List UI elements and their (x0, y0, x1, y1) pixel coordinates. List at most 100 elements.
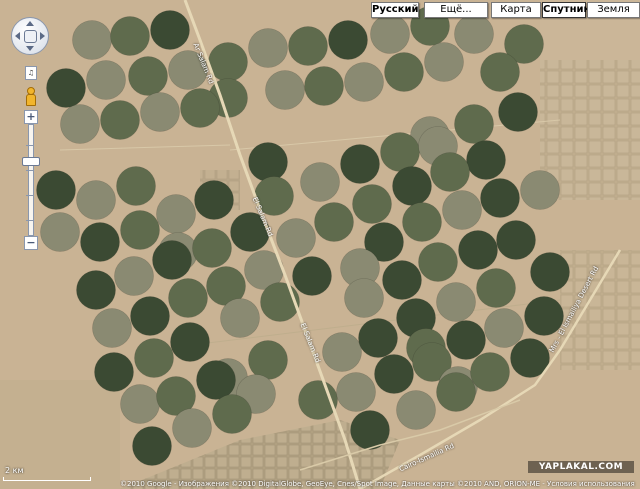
pivot-field (466, 140, 506, 180)
pivot-field (192, 228, 232, 268)
pivot-field (370, 14, 410, 54)
map-type-earth-button[interactable]: Земля (587, 2, 640, 18)
pivot-field (134, 338, 174, 378)
pivot-field (120, 384, 160, 424)
pivot-field (76, 270, 116, 310)
pivot-field (384, 52, 424, 92)
pivot-field (322, 332, 362, 372)
language-button[interactable]: Русский (371, 2, 419, 18)
pivot-field (168, 278, 208, 318)
zoom-out-button[interactable]: − (24, 236, 38, 250)
pivot-field (446, 320, 486, 360)
pivot-field (94, 352, 134, 392)
pan-up-icon[interactable] (26, 21, 34, 26)
pivot-field (100, 100, 140, 140)
pivot-field (382, 260, 422, 300)
pivot-field (358, 318, 398, 358)
music-note-icon[interactable]: ♫ (25, 66, 37, 80)
pivot-field (220, 298, 260, 338)
pan-left-icon[interactable] (15, 32, 20, 40)
pivot-field (196, 360, 236, 400)
pivot-field (194, 180, 234, 220)
pivot-field (484, 308, 524, 348)
pivot-field (436, 282, 476, 322)
pivot-field (314, 202, 354, 242)
zoom-tick (26, 195, 34, 196)
pivot-field (496, 220, 536, 260)
pivot-field (300, 162, 340, 202)
zoom-in-button[interactable]: + (24, 110, 38, 124)
pivot-field (114, 256, 154, 296)
pivot-field (380, 132, 420, 172)
pivot-field (344, 278, 384, 318)
zoom-slider-thumb[interactable] (22, 157, 40, 166)
pivot-field (480, 52, 520, 92)
pivot-field (480, 178, 520, 218)
pivot-field (46, 68, 86, 108)
pivot-field (248, 28, 288, 68)
pivot-field (86, 60, 126, 100)
pivot-field (120, 210, 160, 250)
pegman-icon[interactable] (24, 87, 36, 106)
pivot-field (304, 66, 344, 106)
pivot-field (396, 390, 436, 430)
pivot-field (520, 170, 560, 210)
pivot-field (80, 222, 120, 262)
pivot-field (110, 16, 150, 56)
pivot-field (150, 10, 190, 50)
pivot-field (352, 184, 392, 224)
pivot-field (424, 42, 464, 82)
pivot-field (128, 56, 168, 96)
pivot-field (132, 426, 172, 466)
pivot-field (454, 104, 494, 144)
zoom-tick (26, 145, 34, 146)
scale-bar: 2 км (3, 466, 93, 486)
pivot-field (498, 92, 538, 132)
pivot-field (340, 144, 380, 184)
pan-right-icon[interactable] (40, 32, 45, 40)
pivot-field (418, 242, 458, 282)
pivot-field (436, 372, 476, 412)
map-type-map-button[interactable]: Карта (491, 2, 541, 18)
pivot-field (156, 194, 196, 234)
pivot-field (140, 92, 180, 132)
pivot-field (212, 394, 252, 434)
pivot-field (530, 252, 570, 292)
pivot-field (116, 166, 156, 206)
pivot-field (72, 20, 112, 60)
scale-label: 2 км (5, 466, 24, 475)
pivot-field (40, 212, 80, 252)
pivot-field (292, 256, 332, 296)
pivot-field (476, 268, 516, 308)
pan-down-icon[interactable] (26, 46, 34, 51)
copyright-text: ©2010 Google - Изображения ©2010 Digital… (120, 480, 635, 488)
pivot-field (402, 202, 442, 242)
pivot-field (392, 166, 432, 206)
pivot-field (248, 142, 288, 182)
pan-control[interactable] (11, 17, 49, 55)
pivot-field (288, 26, 328, 66)
pivot-field (470, 352, 510, 392)
pivot-field (430, 152, 470, 192)
pivot-field (248, 340, 288, 380)
pivot-field (60, 104, 100, 144)
pivot-field (344, 62, 384, 102)
watermark: YAPLAKAL.COM (528, 461, 634, 473)
pivot-field (336, 372, 376, 412)
more-button[interactable]: Ещё... (424, 2, 488, 18)
map-type-satellite-button[interactable]: Спутник (542, 2, 590, 18)
satellite-map[interactable]: Ar Salam Rd El Salam Rd El Salam Rd Mrs … (0, 0, 640, 489)
zoom-tick (26, 170, 34, 171)
satellite-imagery (0, 0, 640, 489)
hand-icon (24, 30, 37, 43)
zoom-slider-track[interactable] (26, 124, 34, 236)
pivot-field (92, 308, 132, 348)
pivot-field (276, 218, 316, 258)
pivot-field (458, 230, 498, 270)
pivot-field (36, 170, 76, 210)
pivot-field (170, 322, 210, 362)
pivot-field (172, 408, 212, 448)
pivot-field (442, 190, 482, 230)
zoom-tick (26, 220, 34, 221)
pivot-field (454, 14, 494, 54)
